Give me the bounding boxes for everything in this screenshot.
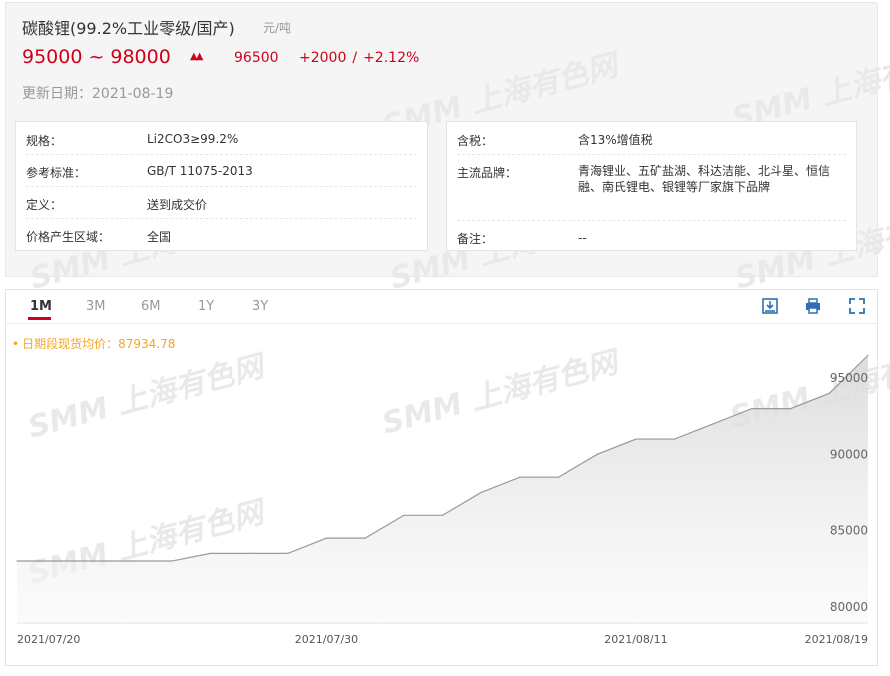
update-date: 更新日期：2021-08-19 [22, 86, 174, 102]
product-title: 碳酸锂(99.2%工业零级/国产) [22, 19, 235, 38]
y-tick-label: 95000 [830, 371, 868, 385]
spec-row: 规格： Li2CO3≥99.2% [26, 122, 417, 155]
trend-up-icon: ▲▲ [190, 51, 203, 62]
spec-card-left: 规格： Li2CO3≥99.2% 参考标准： GB/T 11075-2013 定… [15, 121, 428, 251]
chart-panel: 1M 3M 6M 1Y 3Y • 日期段现货均价：87934.78 SMM 上海有… [5, 289, 890, 666]
data-point [519, 476, 521, 478]
data-point [209, 552, 212, 555]
data-point [403, 514, 405, 516]
y-tick-label: 90000 [830, 447, 868, 461]
data-point [93, 560, 95, 562]
spec-value: GB/T 11075-2013 [147, 164, 253, 178]
data-point [441, 514, 444, 516]
data-point [867, 354, 869, 356]
x-tick-label: 2021/08/11 [604, 633, 667, 646]
spec-value: Li2CO3≥99.2% [147, 132, 239, 146]
spec-row: 定义： 送到成交价 [26, 186, 417, 219]
spec-key: 备注： [457, 232, 494, 246]
spec-card-right: 含税： 含13%增值税 主流品牌： 青海锂业、五矿盐湖、科达洁能、北斗星、恒信融… [446, 121, 857, 251]
price-change-separator: / [352, 50, 358, 66]
data-point [325, 537, 328, 539]
spec-value: 全国 [147, 230, 172, 244]
spec-row: 含税： 含13%增值税 [457, 122, 846, 155]
data-point [751, 407, 753, 410]
data-point [132, 560, 134, 562]
price-change: +2000 / +2.12% [299, 50, 419, 66]
spec-row: 备注： -- [457, 220, 846, 250]
data-point [557, 476, 560, 478]
price-average: 96500 [234, 50, 279, 66]
y-tick-label: 80000 [830, 600, 868, 614]
data-point [635, 438, 637, 440]
data-point [790, 407, 792, 410]
data-point [248, 552, 250, 555]
spec-key: 定义： [26, 198, 63, 212]
data-point [828, 392, 830, 394]
x-tick-label: 2021/07/30 [295, 633, 358, 646]
price-unit: 元/吨 [263, 21, 292, 35]
price-area-chart: 80000 85000 90000 95000 2021/07/20 2021/07/30… [16, 354, 869, 646]
spec-key: 主流品牌： [457, 166, 518, 180]
x-tick-label: 2021/07/20 [17, 633, 80, 646]
data-point [171, 560, 173, 562]
price-range-low: 95000 [22, 46, 83, 68]
spec-value: 含13%增值税 [578, 133, 653, 147]
data-point [596, 453, 598, 455]
data-point [287, 552, 289, 555]
spec-key: 规格： [26, 134, 63, 148]
spec-key: 参考标准： [26, 166, 87, 180]
data-point [712, 423, 714, 425]
price-range-high: 98000 [110, 46, 171, 68]
data-point [55, 560, 57, 562]
spec-row: 主流品牌： 青海锂业、五矿盐湖、科达洁能、北斗星、恒信融、南氏锂电、银锂等厂家旗… [457, 154, 846, 221]
x-tick-label: 2021/08/19 [805, 633, 868, 646]
data-point [16, 560, 18, 562]
data-point [364, 537, 366, 539]
spec-key: 价格产生区域： [26, 230, 111, 244]
data-point [480, 491, 482, 494]
price-range-separator: ~ [88, 46, 105, 68]
y-tick-label: 85000 [830, 524, 868, 538]
price-range: 95000 ~98000 [22, 46, 171, 68]
spec-value: 送到成交价 [147, 198, 208, 212]
data-point [673, 438, 676, 440]
spec-key: 含税： [457, 134, 494, 148]
spec-row: 参考标准： GB/T 11075-2013 [26, 154, 417, 187]
price-change-pct: +2.12% [363, 50, 420, 66]
price-change-abs: +2000 [299, 50, 347, 66]
spec-value: -- [578, 231, 587, 245]
spec-row: 价格产生区域： 全国 [26, 218, 417, 250]
spec-value: 青海锂业、五矿盐湖、科达洁能、北斗星、恒信融、南氏锂电、银锂等厂家旗下品牌 [578, 164, 831, 194]
series-area [17, 355, 868, 622]
